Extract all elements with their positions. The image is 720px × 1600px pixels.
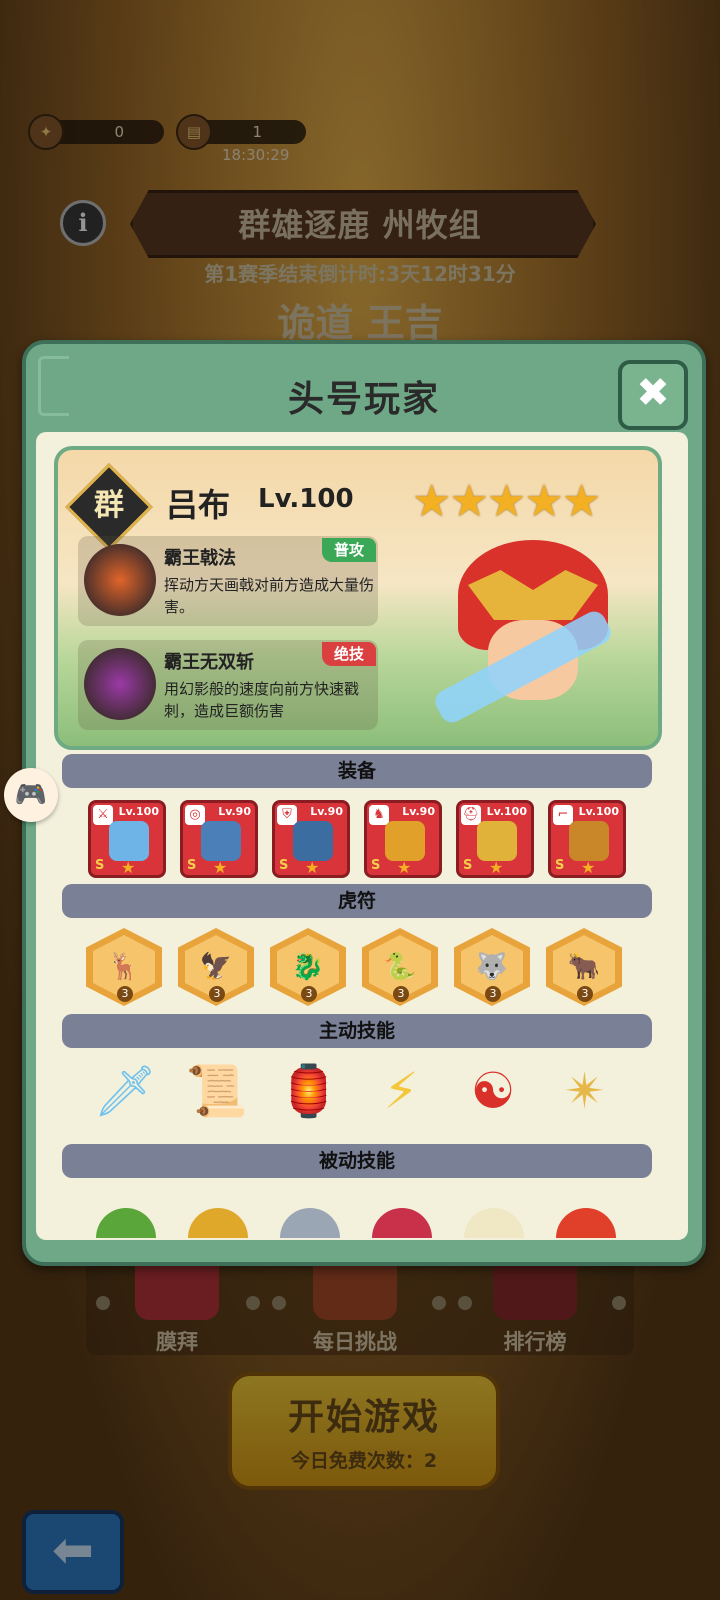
star-icon: ★ [486,476,527,527]
hero-stars: ★★★★★ [412,476,602,527]
faction-label: 群 [94,488,124,523]
equipment-header: 装备 [62,754,652,788]
hero-name: 吕布 [166,486,231,524]
yin-yang-icon[interactable]: ☯ [456,1054,530,1128]
tally-level: 3 [577,986,593,1002]
equipment-level: Lv.90 [218,805,251,818]
equipment-rank: S [463,858,473,873]
equipment-rank: S [279,858,289,873]
tiger-tally-slot[interactable]: 🦅 3 [178,928,254,1006]
shield-icon[interactable] [280,1208,340,1238]
equipment-slot[interactable]: ⌐ Lv.100 S ★ [548,800,626,878]
star-icon: ★ [121,858,136,877]
lightning-icon[interactable]: ⚡ [364,1054,438,1128]
equipment-slot[interactable]: ♞ Lv.90 S ★ [364,800,442,878]
cherry-icon[interactable] [372,1208,432,1238]
equipment-art [201,821,241,861]
apple-icon[interactable] [96,1208,156,1238]
horse-icon: ♞ [369,805,389,825]
modal-title: 头号玩家 [287,379,440,420]
boot-icon: ⌐ [553,805,573,825]
hero-level: Lv.100 [258,484,354,514]
ice-sword-icon[interactable]: 🗡 [88,1054,162,1128]
equipment-rank: S [371,858,381,873]
star-icon: ★ [561,476,602,527]
medal-icon: ◎ [185,805,205,825]
hero-card: 群 吕布 Lv.100 ★★★★★ 霸王戟法 挥动方天画戟对前方造成大量伤害。 … [54,446,662,750]
talisman-icon[interactable]: 📜 [180,1054,254,1128]
equipment-art [109,821,149,861]
passive-skills-header: 被动技能 [62,1144,652,1178]
equipment-level: Lv.90 [310,805,343,818]
skill-description: 挥动方天画戟对前方造成大量伤害。 [164,576,375,616]
gamepad-icon[interactable]: 🎮 [4,768,58,822]
star-icon: ★ [524,476,564,527]
skill-tag-badge: 普攻 [321,538,376,562]
tally-level: 3 [393,986,409,1002]
tiger-tally-slot[interactable]: 🐍 3 [362,928,438,1006]
sword-icon: ⚔ [93,805,113,825]
equipment-slot[interactable]: ⚔ Lv.100 S ★ [88,800,166,878]
equipment-art [293,821,333,861]
equipment-slot[interactable]: ◎ Lv.90 S ★ [180,800,258,878]
equipment-level: Lv.100 [578,805,619,818]
close-button[interactable]: ✖ [618,360,688,430]
equipment-level: Lv.100 [486,805,527,818]
tiger-tally-slot[interactable]: 🐂 3 [546,928,622,1006]
skill-card-normal-attack[interactable]: 霸王戟法 挥动方天画戟对前方造成大量伤害。 普攻 [78,536,378,626]
star-icon: ★ [449,476,489,527]
flame-icon[interactable] [556,1208,616,1238]
gold-ring-icon[interactable] [188,1208,248,1238]
tiger-tally-slot[interactable]: 🦌 3 [86,928,162,1006]
tally-level: 3 [209,986,225,1002]
equipment-rank: S [95,858,105,873]
equipment-art [477,821,517,861]
star-icon: ★ [581,858,596,877]
star-icon: ★ [397,858,412,877]
tally-level: 3 [485,986,501,1002]
skill-card-ultimate[interactable]: 霸王无双斩 用幻影般的速度向前方快速戳刺，造成巨额伤害 绝技 [78,640,378,730]
halberd-skill-icon [84,544,156,616]
brazier-icon[interactable]: 🏮 [272,1054,346,1128]
armor-icon: ⛨ [277,805,297,825]
skill-name: 霸王无双斩 [164,652,254,673]
top-player-modal: 头号玩家 ✖ 群 吕布 Lv.100 ★★★★★ 霸王戟法 挥动方天画戟对前方造… [22,340,706,1266]
active-skills-header: 主动技能 [62,1014,652,1048]
equipment-art [569,821,609,861]
star-icon: ★ [489,858,504,877]
tally-level: 3 [117,986,133,1002]
modal-content[interactable]: 群 吕布 Lv.100 ★★★★★ 霸王戟法 挥动方天画戟对前方造成大量伤害。 … [36,432,688,1240]
skill-description: 用幻影般的速度向前方快速戳刺，造成巨额伤害 [164,680,360,720]
close-icon: ✖ [636,370,670,416]
slash-skill-icon [84,648,156,720]
tiger-tally-header: 虎符 [62,884,652,918]
equipment-slot[interactable]: ⛨ Lv.90 S ★ [272,800,350,878]
star-icon: ★ [213,858,228,877]
star-icon: ★ [412,476,452,527]
skill-name: 霸王戟法 [164,548,236,569]
equipment-level: Lv.90 [402,805,435,818]
egg-icon[interactable] [464,1208,524,1238]
tiger-tally-slot[interactable]: 🐺 3 [454,928,530,1006]
equipment-slot[interactable]: ⛑ Lv.100 S ★ [456,800,534,878]
star-icon: ★ [305,858,320,877]
equipment-rank: S [187,858,197,873]
hero-portrait [428,530,628,740]
equipment-art [385,821,425,861]
skill-tag-badge: 绝技 [321,642,376,666]
equipment-rank: S [555,858,565,873]
equipment-level: Lv.100 [118,805,159,818]
tally-level: 3 [301,986,317,1002]
shuriken-icon[interactable]: ✴ [548,1054,622,1128]
tiger-tally-slot[interactable]: 🐉 3 [270,928,346,1006]
helmet-icon: ⛑ [461,805,481,825]
